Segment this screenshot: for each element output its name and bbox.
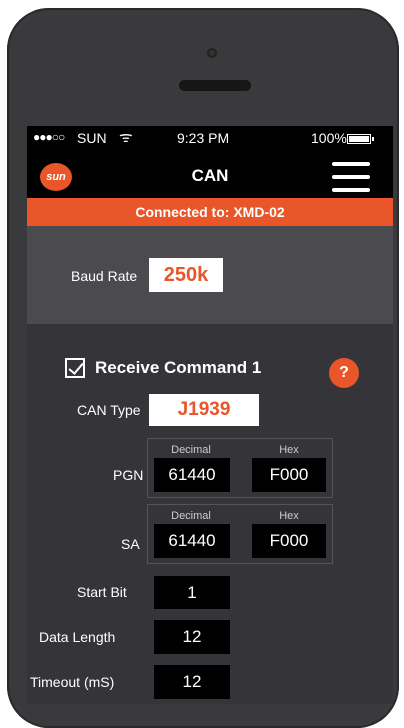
- nav-bar: sun CAN: [27, 150, 393, 198]
- baud-rate-panel: Baud Rate 250k: [27, 226, 393, 324]
- pgn-label: PGN: [113, 467, 144, 483]
- timeout-label: Timeout (mS): [30, 674, 115, 690]
- receive-command-title: Receive Command 1: [95, 358, 262, 377]
- can-type-field[interactable]: J1939: [149, 394, 259, 426]
- timeout-field[interactable]: 12: [154, 665, 230, 699]
- can-type-label: CAN Type: [77, 402, 141, 418]
- battery-percent: 100%: [311, 130, 347, 146]
- battery-icon: [347, 134, 374, 144]
- sa-decimal-field[interactable]: 61440: [154, 524, 230, 558]
- connection-banner: Connected to: XMD-02: [27, 198, 393, 226]
- sa-hex-header: Hex: [279, 510, 299, 522]
- sa-hex-field[interactable]: F000: [252, 524, 326, 558]
- baud-rate-field[interactable]: 250k: [149, 258, 223, 292]
- camera-icon: [207, 48, 217, 58]
- pgn-decimal-header: Decimal: [171, 444, 211, 456]
- app-screen: ●●●○○ SUN ᯤ 9:23 PM 100% sun CAN Connect…: [27, 126, 393, 704]
- status-bar: ●●●○○ SUN ᯤ 9:23 PM 100%: [27, 126, 393, 150]
- start-bit-label: Start Bit: [77, 584, 127, 600]
- pgn-hex-field[interactable]: F000: [252, 458, 326, 492]
- data-length-label: Data Length: [39, 629, 116, 645]
- start-bit-field[interactable]: 1: [154, 576, 230, 609]
- pgn-decimal-field[interactable]: 61440: [154, 458, 230, 492]
- signal-strength: ●●●○○: [33, 130, 65, 144]
- data-length-field[interactable]: 12: [154, 620, 230, 654]
- hamburger-menu-icon[interactable]: [332, 162, 370, 192]
- pgn-hex-header: Hex: [279, 444, 299, 456]
- baud-rate-label: Baud Rate: [71, 268, 138, 284]
- sa-label: SA: [121, 536, 140, 552]
- sa-decimal-header: Decimal: [171, 510, 211, 522]
- receive-command-checkbox[interactable]: [65, 358, 85, 378]
- wifi-icon: ᯤ: [119, 129, 133, 146]
- speaker-grille: [179, 80, 251, 91]
- status-time: 9:23 PM: [177, 130, 230, 146]
- help-button[interactable]: ?: [329, 358, 359, 388]
- carrier-name: SUN: [77, 130, 107, 146]
